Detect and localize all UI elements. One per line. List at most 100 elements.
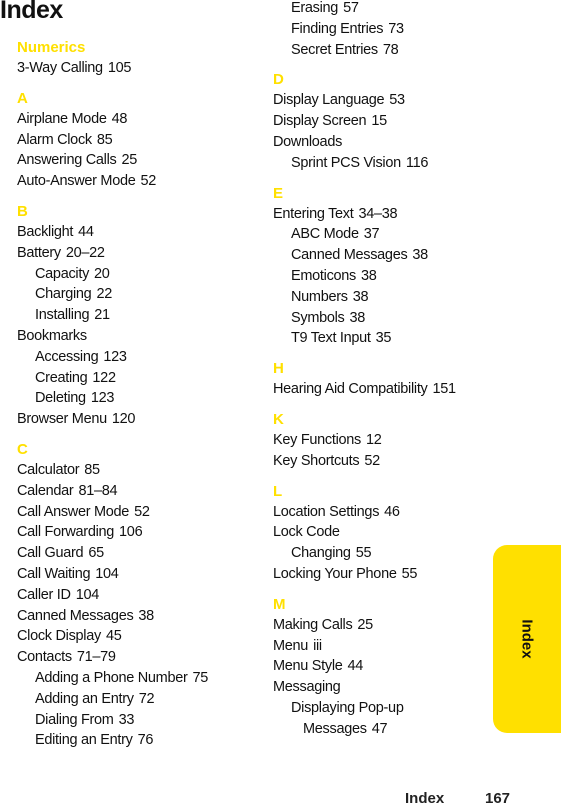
entry-page-ref[interactable]: 116 <box>406 155 429 171</box>
index-section: A Airplane Mode 48 Alarm Clock 85 Answering C… <box>17 89 252 192</box>
entry-page-ref[interactable]: 44 <box>78 224 94 240</box>
index-section: Erasing 57 Finding Entries 73 Secret Entries… <box>273 0 508 60</box>
entry-page-ref[interactable]: 76 <box>138 732 154 748</box>
entry-page-ref[interactable]: 47 <box>372 721 388 737</box>
entry-page-ref[interactable]: 104 <box>76 587 100 603</box>
section-letter-heading: K <box>273 410 284 428</box>
index-side-tab[interactable]: Index <box>493 545 561 733</box>
entry-term: Messaging <box>273 679 341 696</box>
entry-term: Display Language <box>273 92 385 109</box>
entry-page-ref[interactable]: 44 <box>348 658 364 674</box>
index-subentry: Accessing 123 <box>17 347 252 368</box>
entry-page-ref[interactable]: 151 <box>433 381 457 397</box>
index-subentry: Finding Entries 73 <box>273 19 508 40</box>
index-entry: Calendar 81–84 <box>17 481 252 502</box>
index-entry: Lock Code <box>273 522 508 543</box>
entry-page-ref[interactable]: 55 <box>402 566 418 582</box>
entry-term: Displaying Pop-up <box>291 699 404 716</box>
entry-term: Erasing <box>291 0 339 16</box>
index-section: H Hearing Aid Compatibility 151 <box>273 359 508 400</box>
footer-section-label: Index <box>405 790 445 807</box>
index-entry: Making Calls 25 <box>273 615 508 636</box>
entry-page-ref[interactable]: 15 <box>371 113 387 129</box>
entry-term: Call Guard <box>17 545 84 562</box>
entry-term: Finding Entries <box>291 20 384 37</box>
entry-page-ref[interactable]: 52 <box>134 504 150 520</box>
entry-page-ref[interactable]: 46 <box>384 504 400 520</box>
entry-term: Changing <box>291 545 351 562</box>
entry-page-ref[interactable]: 52 <box>364 453 380 469</box>
entry-page-ref[interactable]: 25 <box>121 152 137 168</box>
index-subentry: Symbols 38 <box>273 308 508 329</box>
index-section: L Location Settings 46 Lock Code Changing 55 L… <box>273 482 508 585</box>
entry-page-ref[interactable]: 72 <box>139 691 155 707</box>
entry-term: Calculator <box>17 461 80 478</box>
entry-page-ref[interactable]: 85 <box>97 132 113 148</box>
entry-term: Numbers <box>291 288 348 305</box>
entry-page-ref[interactable]: 35 <box>376 330 392 346</box>
entry-page-ref[interactable]: 20–22 <box>66 245 105 261</box>
entry-term: Dialing From <box>35 711 114 728</box>
section-letter-heading: D <box>273 71 284 89</box>
index-subentry: Capacity 20 <box>17 264 252 285</box>
entry-page-ref[interactable]: iii <box>313 638 322 654</box>
entry-page-ref[interactable]: 37 <box>364 226 380 242</box>
entry-page-ref[interactable]: 105 <box>108 60 132 76</box>
entry-page-ref[interactable]: 45 <box>106 628 122 644</box>
entry-term: Locking Your Phone <box>273 565 397 582</box>
entry-page-ref[interactable]: 75 <box>193 670 209 686</box>
entry-page-ref[interactable]: 12 <box>366 432 382 448</box>
entry-page-ref[interactable]: 38 <box>353 289 369 305</box>
entry-page-ref[interactable]: 85 <box>84 462 100 478</box>
index-entry: Downloads <box>273 132 508 153</box>
index-entry: Key Shortcuts 52 <box>273 451 508 472</box>
entry-page-ref[interactable]: 21 <box>94 307 110 323</box>
index-subentry: Dialing From 33 <box>17 710 252 731</box>
entry-page-ref[interactable]: 48 <box>112 111 128 127</box>
entry-page-ref[interactable]: 78 <box>383 42 399 58</box>
entry-page-ref[interactable]: 81–84 <box>78 483 117 499</box>
entry-page-ref[interactable]: 71–79 <box>77 649 116 665</box>
entry-page-ref[interactable]: 57 <box>343 0 359 16</box>
index-entry: Battery 20–22 <box>17 243 252 264</box>
entry-page-ref[interactable]: 106 <box>119 524 143 540</box>
index-entry: Location Settings 46 <box>273 502 508 523</box>
entry-page-ref[interactable]: 38 <box>138 608 154 624</box>
index-entry: Call Waiting 104 <box>17 564 252 585</box>
entry-page-ref[interactable]: 120 <box>112 411 136 427</box>
entry-page-ref[interactable]: 38 <box>350 310 366 326</box>
entry-page-ref[interactable]: 123 <box>103 349 127 365</box>
entry-page-ref[interactable]: 53 <box>389 92 405 108</box>
entry-page-ref[interactable]: 52 <box>141 173 157 189</box>
index-entry: Calculator 85 <box>17 460 252 481</box>
entry-page-ref[interactable]: 73 <box>388 21 404 37</box>
section-letter-heading: A <box>17 89 28 107</box>
entry-term: Sprint PCS Vision <box>291 154 401 171</box>
index-entry: Bookmarks <box>17 326 252 347</box>
entry-term: Secret Entries <box>291 41 378 58</box>
entry-page-ref[interactable]: 25 <box>357 617 373 633</box>
entry-page-ref[interactable]: 122 <box>92 370 116 386</box>
entry-page-ref[interactable]: 123 <box>91 390 115 406</box>
side-tab-label: Index <box>518 619 536 659</box>
entry-page-ref[interactable]: 65 <box>88 545 104 561</box>
entry-page-ref[interactable]: 34–38 <box>358 206 397 222</box>
entry-page-ref[interactable]: 22 <box>96 286 112 302</box>
entry-page-ref[interactable]: 33 <box>119 712 135 728</box>
index-section: D Display Language 53 Display Screen 15 Downl… <box>273 70 508 173</box>
entry-page-ref[interactable]: 38 <box>412 247 428 263</box>
index-subentry: Messages 47 <box>273 719 508 740</box>
section-letter-heading: H <box>273 360 284 378</box>
index-entry: Browser Menu 120 <box>17 409 252 430</box>
entry-page-ref[interactable]: 20 <box>94 266 110 282</box>
entry-page-ref[interactable]: 55 <box>356 545 372 561</box>
entry-term: Display Screen <box>273 113 367 130</box>
section-letter-heading: C <box>17 440 28 458</box>
page-footer: Index 167 <box>405 790 510 807</box>
page-title: Index <box>0 0 63 24</box>
entry-term: Editing an Entry <box>35 732 133 749</box>
index-entry: Call Forwarding 106 <box>17 522 252 543</box>
entry-page-ref[interactable]: 104 <box>95 566 119 582</box>
entry-term: Canned Messages <box>17 607 134 624</box>
entry-page-ref[interactable]: 38 <box>361 268 377 284</box>
